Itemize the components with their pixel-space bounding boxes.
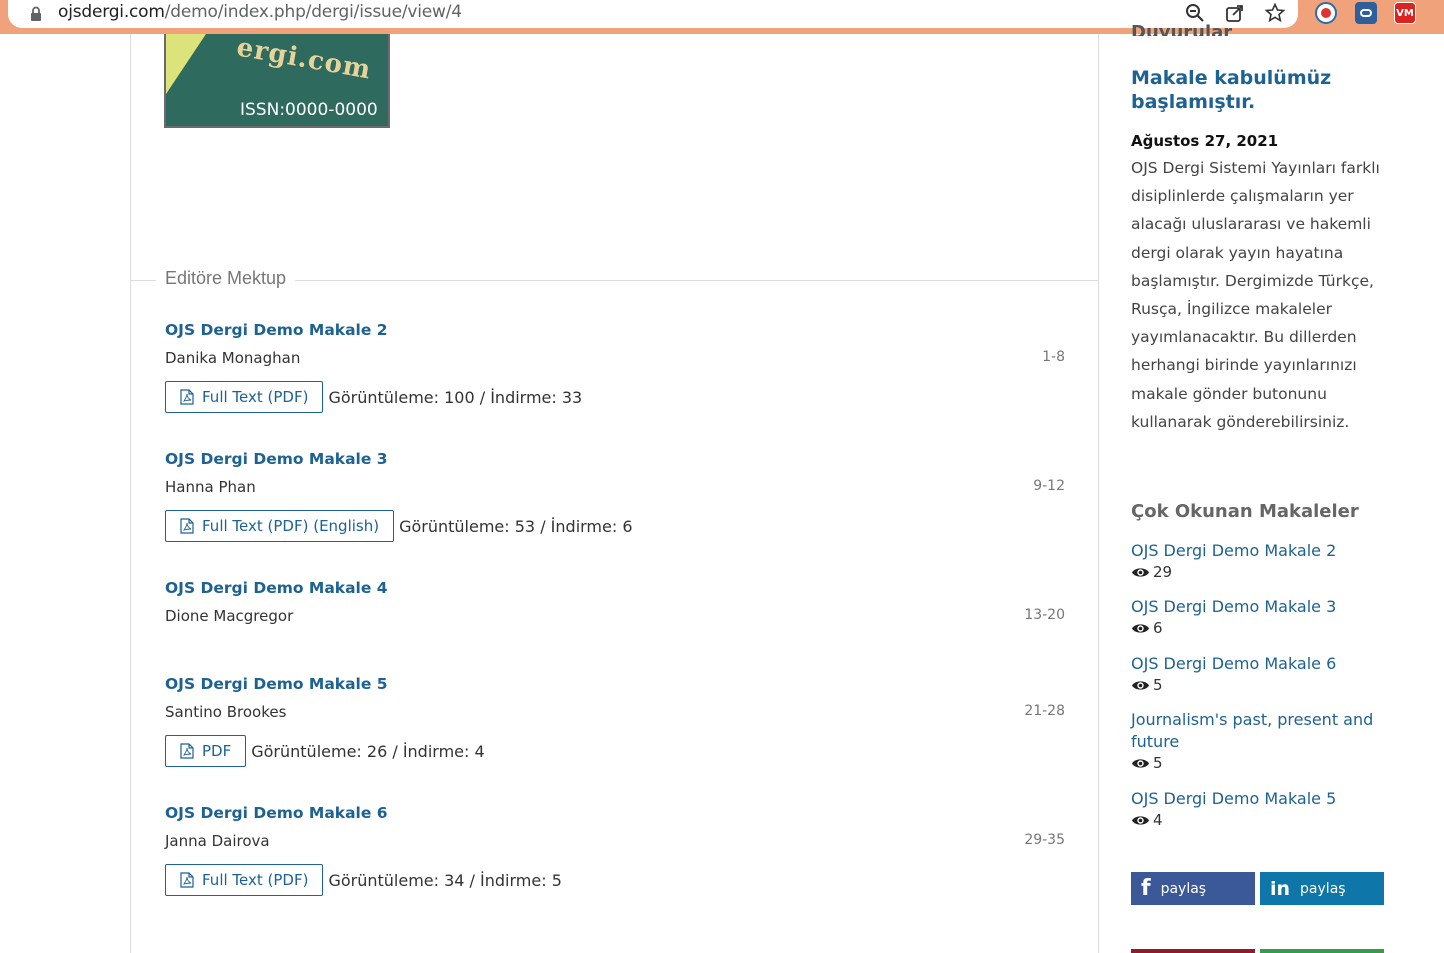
popular-article-views: 29	[1131, 563, 1391, 581]
next-share-button-edge	[1131, 949, 1255, 953]
galley-row: Full Text (PDF) (English) Görüntüleme: 5…	[165, 510, 633, 542]
galley-label: Full Text (PDF)	[202, 388, 309, 406]
galley-label: Full Text (PDF)	[202, 871, 309, 889]
view-count: 29	[1153, 563, 1173, 581]
article-item: OJS Dergi Demo Makale 6 Janna Dairova 29…	[165, 804, 1065, 896]
facebook-icon: f	[1141, 876, 1151, 901]
pdf-file-icon	[180, 389, 194, 405]
popular-article-views: 5	[1131, 676, 1391, 694]
eye-icon	[1132, 758, 1149, 768]
article-pages: 21-28	[1024, 703, 1065, 719]
view-count: 5	[1153, 676, 1163, 694]
popular-article-item: OJS Dergi Demo Makale 6 5	[1131, 653, 1391, 694]
article-pages: 1-8	[1042, 349, 1065, 365]
url-host: ojsdergi.com	[58, 2, 165, 22]
galley-row: Full Text (PDF) Görüntüleme: 100 / İndir…	[165, 381, 582, 413]
article-pages: 29-35	[1024, 832, 1065, 848]
article-author: Dione Macgregor	[165, 607, 294, 625]
pdf-file-icon	[180, 872, 194, 888]
announcement-body: OJS Dergi Sistemi Yayınları farklı disip…	[1131, 159, 1380, 431]
article-title-link[interactable]: OJS Dergi Demo Makale 5	[165, 675, 1065, 693]
article-item: OJS Dergi Demo Makale 2 Danika Monaghan …	[165, 321, 1065, 413]
eye-icon	[1132, 815, 1149, 825]
galley-pdf-button[interactable]: Full Text (PDF)	[165, 864, 324, 896]
article-title-link[interactable]: OJS Dergi Demo Makale 4	[165, 579, 1065, 597]
popular-article-views: 6	[1131, 619, 1391, 637]
popular-article-link[interactable]: OJS Dergi Demo Makale 6	[1131, 653, 1391, 675]
pdf-file-icon	[180, 743, 194, 759]
article-item: OJS Dergi Demo Makale 4 Dione Macgregor …	[165, 579, 1065, 625]
eye-icon	[1132, 567, 1149, 577]
article-author: Hanna Phan	[165, 478, 256, 496]
article-title-link[interactable]: OJS Dergi Demo Makale 2	[165, 321, 1065, 339]
article-item: OJS Dergi Demo Makale 3 Hanna Phan 9-12 …	[165, 450, 1065, 542]
popular-article-link[interactable]: OJS Dergi Demo Makale 2	[1131, 540, 1391, 562]
url-text: ojsdergi.com/demo/index.php/dergi/issue/…	[58, 2, 462, 22]
galley-pdf-button[interactable]: Full Text (PDF) (English)	[165, 510, 395, 542]
address-bar[interactable]: ojsdergi.com/demo/index.php/dergi/issue/…	[8, 0, 1298, 28]
galley-pdf-button[interactable]: Full Text (PDF)	[165, 381, 324, 413]
article-stats: Görüntüleme: 34 / İndirme: 5	[328, 870, 562, 890]
popular-article-link[interactable]: OJS Dergi Demo Makale 3	[1131, 596, 1391, 618]
section-title: Editöre Mektup	[156, 268, 296, 289]
extension-vm-icon[interactable]: VM	[1394, 2, 1416, 24]
popular-article-link[interactable]: Journalism's past, present and future	[1131, 709, 1391, 753]
article-title-link[interactable]: OJS Dergi Demo Makale 6	[165, 804, 1065, 822]
pdf-file-icon	[180, 518, 194, 534]
article-pages: 9-12	[1033, 478, 1065, 494]
article-item: OJS Dergi Demo Makale 5 Santino Brookes …	[165, 675, 1065, 767]
view-count: 5	[1153, 754, 1163, 772]
article-pages: 13-20	[1024, 607, 1065, 623]
article-stats: Görüntüleme: 53 / İndirme: 6	[399, 516, 633, 536]
lock-icon	[31, 6, 41, 21]
extension-blue-icon[interactable]	[1355, 2, 1377, 24]
share-page-icon[interactable]	[1224, 2, 1246, 24]
popular-article-views: 4	[1131, 811, 1391, 829]
galley-label: PDF	[202, 742, 232, 760]
popular-article-item: OJS Dergi Demo Makale 2 29	[1131, 540, 1391, 581]
zoom-icon[interactable]	[1184, 2, 1206, 24]
cover-issn: ISSN:0000-0000	[240, 100, 378, 120]
facebook-share-button[interactable]: f paylaş	[1131, 872, 1255, 905]
popular-article-item: OJS Dergi Demo Makale 3 6	[1131, 596, 1391, 637]
bookmark-star-icon[interactable]	[1264, 2, 1286, 24]
url-path: /demo/index.php/dergi/issue/view/4	[164, 2, 462, 22]
galley-row: PDF Görüntüleme: 26 / İndirme: 4	[165, 735, 485, 767]
next-share-button-edge	[1260, 949, 1384, 953]
article-author: Janna Dairova	[165, 832, 270, 850]
galley-label: Full Text (PDF) (English)	[202, 517, 380, 535]
cover-decoration	[166, 34, 206, 94]
popular-article-item: OJS Dergi Demo Makale 5 4	[1131, 788, 1391, 829]
announcements-heading: Duyurular	[1131, 22, 1233, 36]
article-author: Danika Monaghan	[165, 349, 301, 367]
cover-brand-text: ergi.com	[234, 34, 374, 86]
eye-icon	[1132, 623, 1149, 633]
issue-cover-image[interactable]: ergi.com ISSN:0000-0000	[164, 34, 390, 128]
extension-vm-label: VM	[1396, 7, 1414, 19]
facebook-share-label: paylaş	[1160, 880, 1207, 897]
popular-article-link[interactable]: OJS Dergi Demo Makale 5	[1131, 788, 1391, 810]
article-author: Santino Brookes	[165, 703, 287, 721]
view-count: 4	[1153, 811, 1163, 829]
galley-row: Full Text (PDF) Görüntüleme: 34 / İndirm…	[165, 864, 562, 896]
extension-vpn-icon[interactable]	[1315, 2, 1337, 24]
linkedin-share-label: paylaş	[1300, 880, 1346, 897]
main-content: ergi.com ISSN:0000-0000 Editöre Mektup O…	[130, 34, 1099, 953]
linkedin-icon: in	[1270, 877, 1291, 900]
article-title-link[interactable]: OJS Dergi Demo Makale 3	[165, 450, 1065, 468]
article-stats: Görüntüleme: 100 / İndirme: 33	[328, 387, 583, 407]
linkedin-share-button[interactable]: in paylaş	[1260, 872, 1384, 905]
popular-articles-heading: Çok Okunan Makaleler	[1131, 501, 1359, 522]
view-count: 6	[1153, 619, 1163, 637]
popular-article-views: 5	[1131, 754, 1391, 772]
eye-icon	[1132, 680, 1149, 690]
galley-pdf-button[interactable]: PDF	[165, 735, 247, 767]
announcement-title-link[interactable]: Makale kabulümüz başlamıştır.	[1131, 66, 1391, 114]
announcement-date: Ağustos 27, 2021	[1131, 132, 1279, 150]
popular-article-item: Journalism's past, present and future 5	[1131, 709, 1391, 772]
article-stats: Görüntüleme: 26 / İndirme: 4	[251, 741, 485, 761]
